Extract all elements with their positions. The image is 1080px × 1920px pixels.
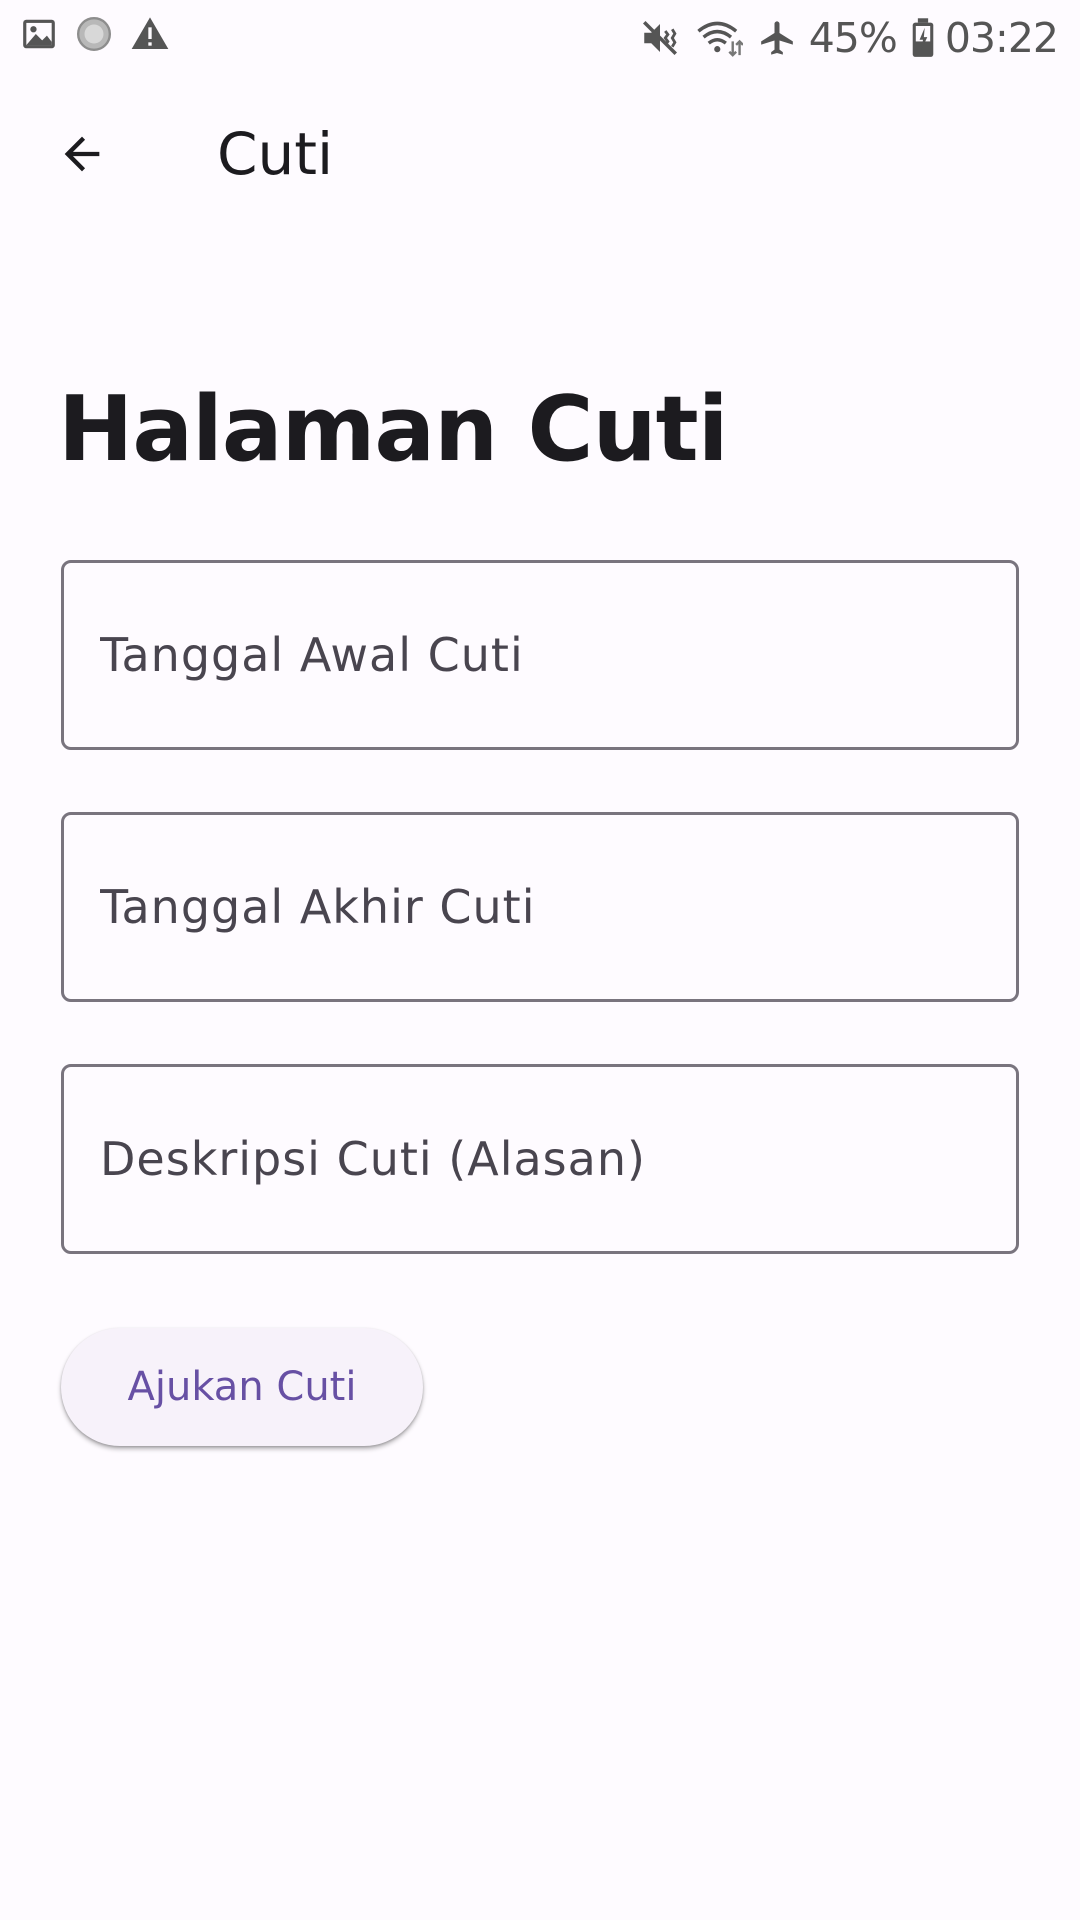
- end-date-input[interactable]: [64, 815, 1016, 999]
- page-title: Halaman Cuti: [58, 377, 729, 482]
- end-date-field[interactable]: [61, 812, 1019, 1002]
- app-bar: Cuti: [0, 96, 1080, 216]
- battery-percent: 45%: [808, 14, 898, 62]
- arrow-back-icon: [56, 128, 108, 185]
- submit-leave-button[interactable]: Ajukan Cuti: [61, 1328, 423, 1446]
- wifi-icon: [695, 17, 743, 59]
- vibrate-mute-icon: [639, 17, 681, 59]
- start-date-field[interactable]: [61, 560, 1019, 750]
- image-icon: [20, 15, 58, 53]
- description-input[interactable]: [64, 1067, 1016, 1251]
- status-left-icons: [20, 14, 187, 54]
- back-button[interactable]: [34, 108, 130, 204]
- description-field[interactable]: [61, 1064, 1019, 1254]
- status-bar: 45% 03:22: [0, 0, 1080, 76]
- app-bar-title: Cuti: [217, 120, 334, 188]
- airplane-icon: [757, 18, 797, 58]
- status-right-icons: 45% 03:22: [625, 10, 1059, 66]
- status-clock: 03:22: [944, 14, 1059, 62]
- loading-icon: [75, 15, 113, 53]
- battery-charging-icon: [911, 17, 935, 59]
- start-date-input[interactable]: [64, 563, 1016, 747]
- warning-icon: [130, 14, 170, 54]
